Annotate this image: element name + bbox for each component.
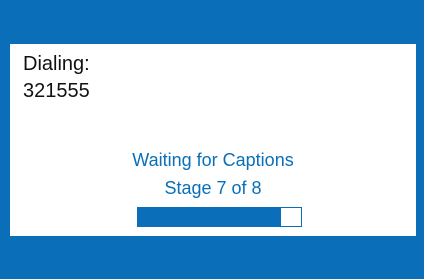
bottom-bar [0, 236, 424, 279]
dialed-number: 321555 [23, 80, 90, 102]
progress-bar [137, 207, 302, 227]
dialing-screen: Dialing: 321555 Waiting for Captions Sta… [0, 0, 424, 279]
top-bar [0, 0, 424, 44]
content-panel: Dialing: 321555 Waiting for Captions Sta… [10, 44, 416, 236]
stage-indicator: Stage 7 of 8 [164, 178, 262, 198]
progress-fill [138, 208, 281, 226]
dialing-label: Dialing: [23, 53, 90, 75]
status-message: Waiting for Captions [132, 150, 294, 170]
